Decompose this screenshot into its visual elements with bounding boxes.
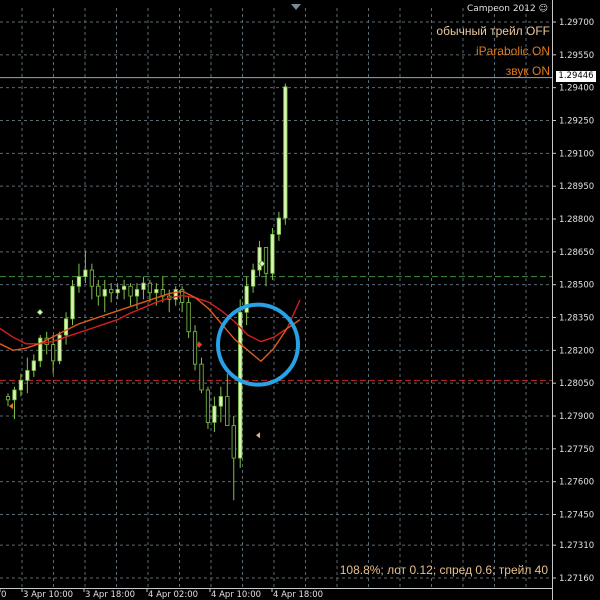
watermark: Campeon 2012 ☺ bbox=[467, 4, 548, 14]
candle-body bbox=[12, 389, 17, 401]
time-tick-label: 0 bbox=[1, 590, 6, 600]
candle-body bbox=[250, 269, 256, 287]
candle-body bbox=[63, 318, 69, 336]
candle-body bbox=[186, 302, 191, 333]
indicator-parabolic-text: iParabolic ON bbox=[475, 44, 550, 58]
smiley-icon: ☺ bbox=[538, 4, 548, 14]
price-tick-label: 1.29100 bbox=[559, 149, 594, 159]
candle-body bbox=[5, 396, 11, 401]
candle-body bbox=[89, 269, 94, 287]
time-tick-label: 3 Apr 18:00 bbox=[85, 590, 135, 600]
price-tick-label: 1.28500 bbox=[559, 281, 594, 291]
price-tick-label: 1.27160 bbox=[559, 574, 594, 584]
price-tick-label: 1.29550 bbox=[559, 51, 594, 61]
price-axis: 1.29700 1.29550 1.29400 1.29250 1.29100 1.289… bbox=[552, 18, 594, 584]
price-tick-label: 1.28950 bbox=[559, 182, 594, 192]
price-tick-label: 1.28800 bbox=[559, 215, 594, 225]
time-tick-label: 4 Apr 10:00 bbox=[211, 590, 261, 600]
signal-diamond-icon bbox=[36, 308, 44, 316]
price-tick-label: 1.29250 bbox=[559, 117, 594, 127]
price-tick-label: 1.29400 bbox=[559, 84, 594, 94]
candle-body bbox=[31, 360, 36, 371]
price-tick-label: 1.29700 bbox=[559, 18, 594, 28]
signal-arrow-icon bbox=[9, 403, 13, 410]
candle-body bbox=[134, 289, 140, 297]
candle-body bbox=[199, 363, 204, 391]
price-tick-label: 1.27900 bbox=[559, 412, 594, 422]
indicator-sound-text: звук ON bbox=[505, 64, 550, 78]
price-tick-label: 1.27450 bbox=[559, 511, 594, 521]
candle-body bbox=[225, 396, 230, 427]
candle-body bbox=[173, 289, 178, 300]
time-tick-label: 4 Apr 18:00 bbox=[273, 590, 323, 600]
indicator-trail-text: обычный трейл OFF bbox=[436, 24, 550, 38]
candle-body bbox=[102, 289, 107, 297]
candle-body bbox=[212, 405, 217, 423]
price-tick-label: 1.28650 bbox=[559, 248, 594, 258]
candle-body bbox=[70, 285, 75, 320]
candle-body bbox=[109, 289, 114, 294]
candle-body bbox=[257, 247, 262, 271]
indicator-trail: обычный трейл OFF bbox=[436, 24, 550, 38]
candle-body bbox=[147, 282, 152, 294]
price-tick-label: 1.27600 bbox=[559, 478, 594, 488]
status-line: 108.8%; лот 0.12; спред 0.6; трейл 40 bbox=[339, 563, 548, 577]
candle-body bbox=[38, 337, 43, 362]
candle-body bbox=[283, 86, 288, 219]
candle-body bbox=[128, 285, 133, 297]
watermark-text: Campeon 2012 bbox=[466, 4, 536, 14]
price-tick-label: 1.27310 bbox=[559, 541, 594, 551]
candle-body bbox=[270, 233, 275, 274]
highlight-circle bbox=[216, 302, 300, 387]
candle-body bbox=[192, 331, 198, 365]
candle-body bbox=[51, 344, 56, 362]
candle-body bbox=[154, 289, 159, 294]
price-tick-label: 1.27750 bbox=[559, 445, 594, 455]
candle-body bbox=[96, 285, 101, 297]
time-tick-label: 4 Apr 02:00 bbox=[148, 590, 198, 600]
price-tick-label: 1.28350 bbox=[559, 314, 594, 324]
signal-arrow-icon bbox=[256, 432, 260, 439]
candle-body bbox=[76, 276, 82, 287]
price-chart[interactable]: 1.29700 1.29550 1.29400 1.29250 1.29100 1.289… bbox=[0, 0, 600, 600]
candle-body bbox=[18, 379, 24, 391]
shift-marker-icon bbox=[291, 4, 301, 10]
candle-body bbox=[276, 217, 282, 235]
chart-grid bbox=[0, 0, 553, 600]
horizontal-levels bbox=[0, 77, 552, 381]
candle-body bbox=[141, 282, 146, 290]
indicator-parabolic: iParabolic ON bbox=[476, 44, 550, 58]
candle-body bbox=[205, 389, 211, 423]
current-price-label: 1.29446 bbox=[556, 71, 596, 82]
candle-body bbox=[83, 269, 88, 277]
candles bbox=[5, 83, 288, 501]
candle-body bbox=[231, 425, 236, 459]
annotations bbox=[216, 302, 300, 387]
candle-body bbox=[115, 289, 120, 294]
time-axis: 0 3 Apr 10:00 3 Apr 18:00 4 Apr 02:00 4 Apr … bbox=[0, 588, 323, 600]
candle-body bbox=[122, 285, 127, 290]
candle-body bbox=[25, 370, 30, 381]
candle-body bbox=[238, 311, 243, 459]
indicator-sound: звук ON bbox=[506, 64, 550, 78]
candle-body bbox=[263, 247, 269, 274]
price-tick-label: 1.28050 bbox=[559, 379, 594, 389]
candle-body bbox=[218, 396, 223, 407]
price-tick-label: 1.28200 bbox=[559, 346, 594, 356]
time-tick-label: 3 Apr 10:00 bbox=[23, 590, 73, 600]
